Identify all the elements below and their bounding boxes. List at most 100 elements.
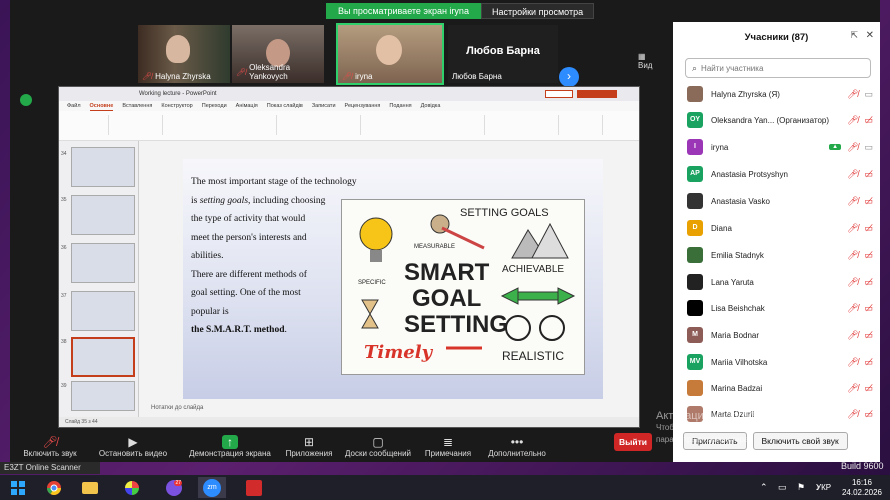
slide-thumbnail[interactable] [71, 147, 135, 187]
slide-thumbnail[interactable] [71, 243, 135, 283]
system-tray-icons[interactable]: ⌃ ▭ ⚑ ♪ [760, 482, 824, 493]
participant-row[interactable]: Lisa Beishchak 🎤︎̸ ▭̸ [687, 298, 873, 318]
ppt-tab[interactable]: Вставлення [122, 101, 152, 111]
camera-off-icon[interactable]: ▭̸ [864, 196, 873, 207]
scanner-window-title[interactable]: E3ZT Online Scanner [0, 462, 100, 474]
ppt-tab-active[interactable]: Основне [89, 101, 114, 111]
ppt-tab[interactable]: Рецензування [345, 101, 381, 111]
participant-name: Anastasia Vasko [711, 196, 770, 206]
unmute-button[interactable]: 🎤︎̸ Включить звук [10, 428, 90, 462]
notes-button[interactable]: ≣ Примечания [418, 428, 478, 462]
participant-row[interactable]: Halyna Zhyrska (Я) 🎤︎̸ ▭ [687, 84, 873, 104]
participant-row[interactable]: M Maria Bodnar 🎤︎̸ ▭̸ [687, 325, 873, 345]
camera-off-icon[interactable]: ▭̸ [864, 223, 873, 234]
next-page-button[interactable]: › [559, 67, 579, 87]
video-tile-iryna[interactable]: 🎤︎̸ iryna [336, 23, 444, 85]
camera-off-icon[interactable]: ▭̸ [864, 357, 873, 368]
ppt-tab[interactable]: Анімація [236, 101, 258, 111]
ppt-tab[interactable]: Записати [312, 101, 336, 111]
windows-start-icon[interactable] [4, 477, 32, 498]
participant-row[interactable]: Anastasia Vasko 🎤︎̸ ▭̸ [687, 191, 873, 211]
zoom-taskbar-icon[interactable]: zm [198, 477, 226, 498]
viber-icon[interactable]: 27 [160, 477, 188, 498]
video-tile-oleksandra[interactable]: 🎤︎̸ Oleksandra Yankovych [232, 25, 324, 83]
video-tile-lyubov[interactable]: Любов Барна Любов Барна [448, 25, 558, 83]
muted-mic-icon[interactable]: 🎤︎̸ [847, 357, 858, 368]
muted-mic-icon[interactable]: 🎤︎̸ [847, 115, 858, 126]
whiteboards-button[interactable]: ▢ Доски сообщений [338, 428, 418, 462]
participant-search[interactable]: ⌕ [685, 58, 871, 78]
share-screen-button[interactable]: ↑ Демонстрация экрана [180, 428, 280, 462]
taskbar: 27 zm ⌃ ▭ ⚑ ♪ УКР 16:16 24.02.2026 [0, 475, 890, 500]
search-icon: ⌕ [692, 62, 698, 73]
muted-mic-icon[interactable]: 🎤︎̸ [847, 142, 858, 153]
ppt-tab[interactable]: Файл [67, 101, 81, 111]
input-language[interactable]: УКР [816, 483, 831, 492]
file-explorer-icon[interactable] [76, 477, 104, 498]
muted-mic-icon[interactable]: 🎤︎̸ [847, 330, 858, 341]
muted-mic-icon[interactable]: 🎤︎̸ [847, 223, 858, 234]
muted-mic-icon[interactable]: 🎤︎̸ [847, 409, 858, 420]
camera-icon[interactable]: ▭ [864, 142, 873, 153]
slide-thumbnail[interactable] [71, 381, 135, 411]
ppt-tab[interactable]: Довідка [421, 101, 441, 111]
drawing-group[interactable] [365, 115, 485, 135]
font-group[interactable] [167, 115, 277, 135]
view-options-button[interactable]: Настройки просмотра [480, 3, 595, 19]
editing-group[interactable] [489, 115, 559, 135]
share-access-button[interactable] [577, 90, 617, 98]
slide-thumbnail[interactable] [71, 195, 135, 235]
slide-canvas[interactable]: The most important stage of the technolo… [183, 159, 603, 399]
close-icon[interactable]: ✕ [866, 30, 874, 41]
camera-off-icon[interactable]: ▭̸ [864, 409, 873, 420]
participant-row[interactable]: AP Anastasia Protsyshyn 🎤︎̸ ▭̸ [687, 164, 873, 184]
leave-button[interactable]: Выйти [614, 433, 652, 451]
participant-row[interactable]: Emilia Stadnyk 🎤︎̸ ▭̸ [687, 245, 873, 265]
record-button[interactable] [545, 90, 573, 98]
camera-off-icon[interactable]: ▭̸ [864, 330, 873, 341]
camera-off-icon[interactable]: ▭̸ [864, 115, 873, 126]
camera-icon[interactable]: ▭ [864, 89, 873, 100]
camera-off-icon[interactable]: ▭̸ [864, 383, 873, 394]
paragraph-group[interactable] [281, 115, 361, 135]
ppt-tab[interactable]: Показ слайдів [267, 101, 303, 111]
popout-icon[interactable]: ⇱ [850, 30, 858, 41]
participant-row[interactable]: I iryna ▲ 🎤︎̸ ▭ [687, 137, 873, 157]
more-button[interactable]: ••• Дополнительно [478, 428, 556, 462]
muted-mic-icon[interactable]: 🎤︎̸ [847, 250, 858, 261]
camera-off-icon[interactable]: ▭̸ [864, 250, 873, 261]
muted-mic-icon[interactable]: 🎤︎̸ [847, 277, 858, 288]
apps-button[interactable]: ⊞ Приложения [280, 428, 338, 462]
slide-thumbnail-selected[interactable] [71, 337, 135, 377]
slide-notes[interactable]: Нотатки до слайда [151, 405, 203, 411]
acrobat-icon[interactable] [240, 477, 268, 498]
chrome-icon[interactable] [40, 477, 68, 498]
ppt-tab[interactable]: Переходи [202, 101, 227, 111]
clock[interactable]: 16:16 24.02.2026 [842, 478, 882, 498]
muted-mic-icon[interactable]: 🎤︎̸ [847, 169, 858, 180]
camera-off-icon[interactable]: ▭̸ [864, 303, 873, 314]
designer-group[interactable] [563, 115, 603, 135]
muted-mic-icon[interactable]: 🎤︎̸ [847, 89, 858, 100]
ppt-tab[interactable]: Конструктор [161, 101, 192, 111]
search-input[interactable] [701, 63, 862, 73]
slides-group[interactable] [113, 115, 163, 135]
participant-row[interactable]: OY Oleksandra Yan... (Организатор) 🎤︎̸ ▭̸ [687, 110, 873, 130]
participant-row[interactable]: D Diana 🎤︎̸ ▭̸ [687, 218, 873, 238]
participant-row[interactable]: MV Mariia Vilhotska 🎤︎̸ ▭̸ [687, 352, 873, 372]
ppt-tab[interactable]: Подання [389, 101, 411, 111]
camera-off-icon[interactable]: ▭̸ [864, 277, 873, 288]
clipboard-group[interactable] [63, 115, 109, 135]
stop-video-button[interactable]: ▶ Остановить видео [90, 428, 176, 462]
muted-mic-icon[interactable]: 🎤︎̸ [847, 303, 858, 314]
muted-mic-icon[interactable]: 🎤︎̸ [847, 196, 858, 207]
view-button[interactable]: ▦ Вид [638, 52, 660, 70]
paint-icon[interactable] [118, 477, 146, 498]
shared-screen[interactable]: Working lecture - PowerPoint Файл Основн… [58, 86, 640, 428]
participant-row[interactable]: Lana Yaruta 🎤︎̸ ▭̸ [687, 272, 873, 292]
video-tile-halyna[interactable]: 🎤︎̸ Halyna Zhyrska [138, 25, 230, 83]
participant-row[interactable]: Marina Badzai 🎤︎̸ ▭̸ [687, 378, 873, 398]
slide-thumbnail[interactable] [71, 291, 135, 331]
camera-off-icon[interactable]: ▭̸ [864, 169, 873, 180]
muted-mic-icon[interactable]: 🎤︎̸ [847, 383, 858, 394]
